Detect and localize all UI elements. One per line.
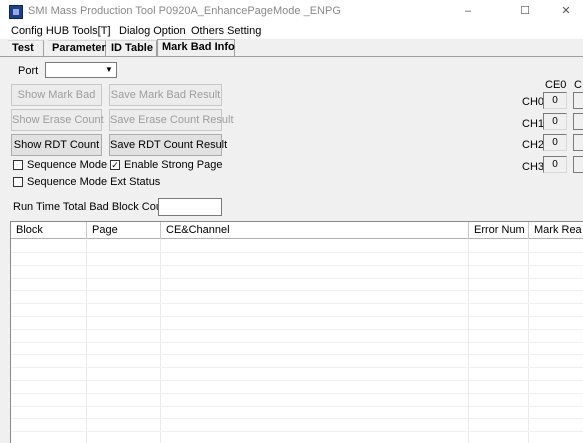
ch1-label: CH1 — [522, 118, 545, 130]
grid-row-separator — [11, 367, 583, 369]
app-icon — [9, 5, 23, 19]
tab-test[interactable]: Test — [8, 40, 44, 57]
minimize-button[interactable]: – — [454, 3, 482, 20]
menu-config-hub[interactable]: Config HUB — [11, 24, 69, 38]
ce0-ch3-value: 0 — [543, 156, 567, 173]
ce1-header-cut: C — [574, 79, 582, 91]
tab-mark-bad-info[interactable]: Mark Bad Info — [157, 39, 235, 57]
tab-divider — [0, 56, 583, 57]
sequence-mode-label: Sequence Mode — [27, 159, 108, 171]
sequence-mode-ext-checkbox[interactable] — [13, 177, 23, 187]
column-header-ce-channel[interactable]: CE&Channel — [161, 222, 469, 239]
menu-others-setting[interactable]: Others Setting — [191, 24, 261, 38]
ch0-label: CH0 — [522, 96, 545, 108]
grid-row-separator — [11, 418, 583, 420]
grid-row-separator — [11, 341, 583, 343]
ce1-ch3-value — [573, 156, 583, 173]
save-erase-count-result-button[interactable]: Save Erase Count Result — [109, 109, 234, 131]
tab-id-table[interactable]: ID Table — [107, 40, 157, 57]
column-header-block[interactable]: Block — [11, 222, 87, 239]
mark-bad-grid[interactable]: Block Page CE&Channel Error Num Mark Rea — [10, 221, 583, 443]
grid-row-separator — [11, 264, 583, 266]
window-title: SMI Mass Production Tool P0920A_EnhanceP… — [28, 5, 341, 17]
sequence-mode-checkbox[interactable] — [13, 160, 23, 170]
ce1-ch0-value — [573, 92, 583, 109]
sequence-mode-ext-label: Sequence Mode Ext Status — [27, 176, 161, 188]
show-erase-count-button[interactable]: Show Erase Count — [11, 109, 104, 131]
ch3-label: CH3 — [522, 161, 545, 173]
ce1-ch1-value — [573, 113, 583, 130]
run-time-label: Run Time Total Bad Block Count — [13, 201, 172, 213]
ce0-header: CE0 — [545, 79, 567, 91]
save-mark-bad-result-button[interactable]: Save Mark Bad Result — [109, 84, 222, 106]
ce0-ch2-value: 0 — [543, 134, 567, 151]
ce0-ch0-value: 0 — [543, 92, 567, 109]
show-rdt-count-button[interactable]: Show RDT Count — [11, 134, 102, 156]
grid-row-separator — [11, 392, 583, 394]
enable-strong-page-checkbox[interactable]: ✓ — [110, 160, 120, 170]
column-header-mark-reason[interactable]: Mark Rea — [529, 222, 583, 239]
chevron-down-icon[interactable]: ▼ — [103, 64, 115, 76]
port-select[interactable]: ▼ — [45, 62, 117, 78]
tab-parameter[interactable]: Parameter — [48, 40, 106, 57]
close-button[interactable]: ✕ — [552, 3, 580, 20]
grid-row-separator — [11, 303, 583, 305]
show-mark-bad-button[interactable]: Show Mark Bad — [11, 84, 102, 106]
menu-dialog-option[interactable]: Dialog Option — [119, 24, 186, 38]
check-icon: ✓ — [111, 160, 119, 170]
enable-strong-page-label: Enable Strong Page — [124, 159, 223, 171]
port-label: Port — [18, 65, 39, 77]
column-header-page[interactable]: Page — [87, 222, 161, 239]
grid-row-separator — [11, 316, 583, 317]
ch2-label: CH2 — [522, 139, 545, 151]
grid-row-separator — [11, 431, 583, 433]
save-rdt-count-result-button[interactable]: Save RDT Count Result — [109, 134, 227, 156]
menu-bar: Config HUB Tools[T] Dialog Option Others… — [0, 24, 583, 39]
ce1-ch2-value — [573, 134, 583, 151]
grid-row-separator — [11, 252, 583, 253]
title-bar: SMI Mass Production Tool P0920A_EnhanceP… — [0, 0, 583, 24]
column-header-error-num[interactable]: Error Num — [469, 222, 529, 239]
run-time-total-bad-block-field[interactable] — [158, 198, 222, 216]
maximize-button[interactable]: ☐ — [511, 3, 539, 20]
grid-header: Block Page CE&Channel Error Num Mark Rea — [11, 222, 583, 239]
ce0-ch1-value: 0 — [543, 113, 567, 130]
tab-strip: Test Parameter ID Table Mark Bad Info — [0, 39, 583, 57]
grid-row-separator — [11, 277, 583, 279]
grid-row-separator — [11, 328, 583, 330]
grid-row-separator — [11, 354, 583, 356]
grid-row-separator — [11, 405, 583, 407]
grid-row-separator — [11, 380, 583, 381]
grid-row-separator — [11, 290, 583, 292]
menu-tools[interactable]: Tools[T] — [72, 24, 111, 38]
